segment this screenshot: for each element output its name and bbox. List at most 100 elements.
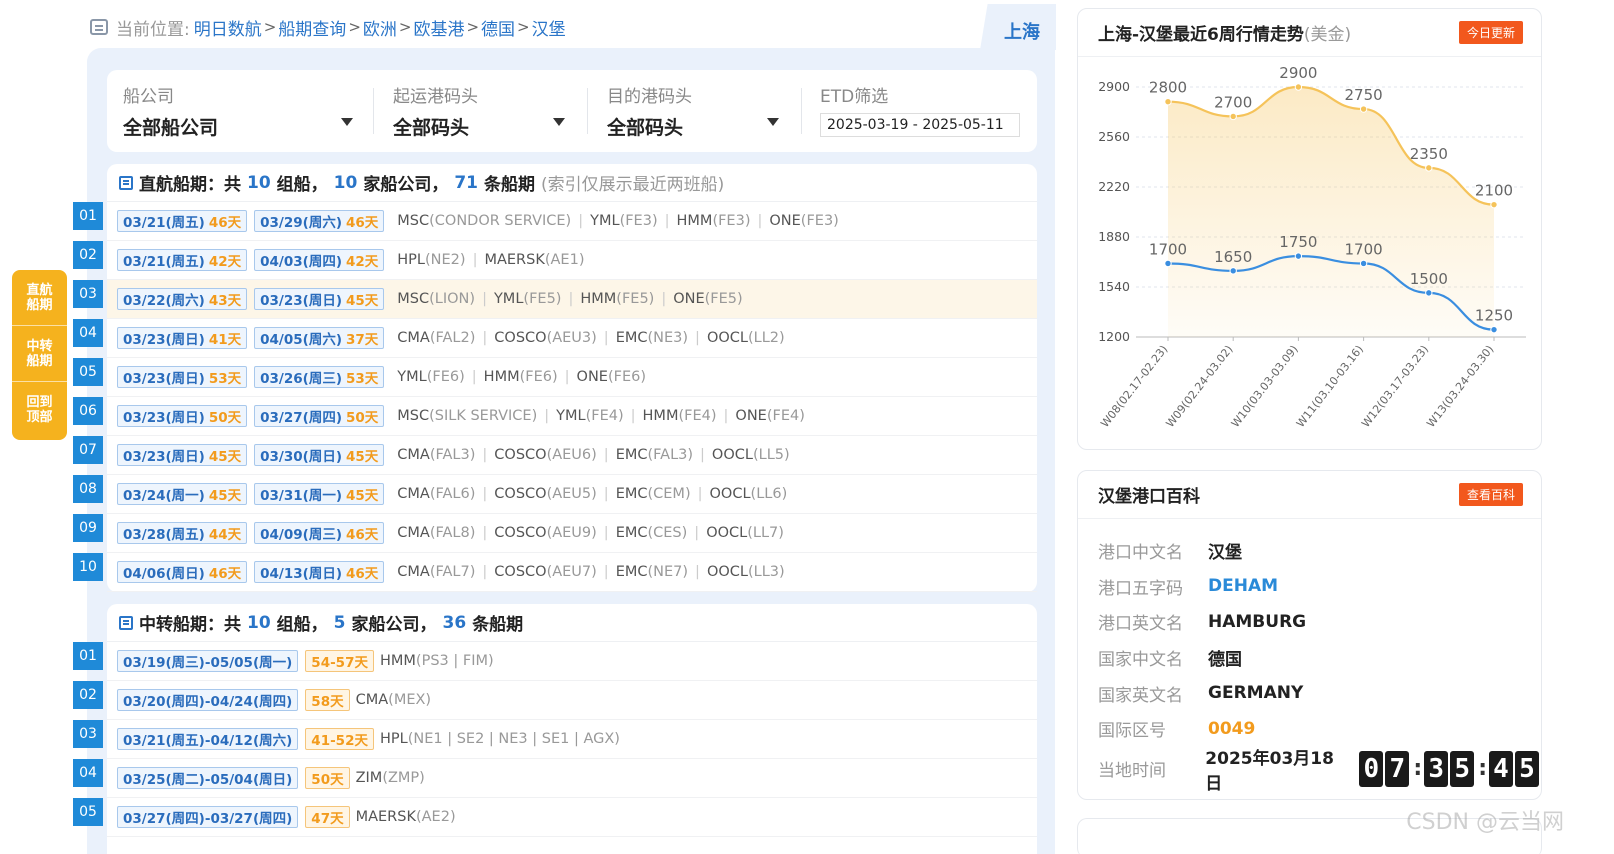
- nav-transfer-schedule-button[interactable]: 中转船期: [12, 326, 67, 382]
- destination-terminal-filter[interactable]: 目的港码头 全部码头: [607, 82, 787, 140]
- today-update-badge[interactable]: 今日更新: [1458, 21, 1523, 44]
- carrier-service[interactable]: EMC(CEM): [616, 486, 691, 502]
- carrier-service[interactable]: HMM(FE5): [580, 291, 654, 307]
- breadcrumb-link[interactable]: 德国: [481, 15, 515, 40]
- carrier-service[interactable]: COSCO(AEU9): [494, 525, 597, 541]
- carrier-service[interactable]: HMM(FE3): [677, 213, 751, 229]
- carrier-service[interactable]: ONE(FE5): [673, 291, 742, 307]
- carrier-service[interactable]: COSCO(AEU7): [494, 564, 597, 580]
- sailing-date-tag[interactable]: 03/21(周五) 46天: [117, 210, 248, 232]
- carrier-service[interactable]: MAERSK(AE1): [484, 252, 584, 268]
- sailing-date-tag[interactable]: 03/23(周日) 45天: [254, 288, 385, 310]
- carrier-service[interactable]: YML(FE6): [397, 369, 465, 385]
- carrier-service[interactable]: HPL(NE2): [397, 252, 465, 268]
- table-row[interactable]: 08 03/24(周一) 45天 03/31(周一) 45天 CMA(FAL6) | COSC…: [73, 475, 1037, 514]
- table-row[interactable]: 10 04/06(周日) 46天 04/13(周日) 46天 CMA(FAL7) | COSC…: [73, 553, 1037, 592]
- sailing-date-tag[interactable]: 03/23(周日) 41天: [117, 327, 248, 349]
- carrier-service[interactable]: COSCO(AEU6): [494, 447, 597, 463]
- date-range-tag[interactable]: 03/19(周三)-05/05(周一): [117, 650, 299, 672]
- carrier-service[interactable]: CMA(FAL7): [397, 564, 475, 580]
- table-row[interactable]: 05 03/23(周日) 53天 03/26(周三) 53天 YML(FE6) | HMM(F…: [73, 358, 1037, 397]
- view-encyclopedia-button[interactable]: 查看百科: [1458, 483, 1523, 506]
- chevron-down-icon[interactable]: [767, 118, 779, 126]
- breadcrumb-link[interactable]: 欧基港: [413, 15, 464, 40]
- table-row[interactable]: 02 03/21(周五) 42天 04/03(周四) 42天 HPL(NE2) | MAERS…: [73, 241, 1037, 280]
- carrier-service[interactable]: OOCL(LL6): [710, 486, 788, 502]
- carrier-service[interactable]: ZIM(ZMP): [356, 770, 425, 786]
- carrier-service[interactable]: MSC(LION): [397, 291, 475, 307]
- carrier-service[interactable]: YML(FE3): [590, 213, 658, 229]
- carrier-service[interactable]: HMM(FE4): [643, 408, 717, 424]
- date-range-tag[interactable]: 03/20(周四)-04/24(周四): [117, 689, 299, 711]
- sailing-date-tag[interactable]: 03/23(周日) 50天: [117, 405, 248, 427]
- sailing-date-tag[interactable]: 03/24(周一) 45天: [117, 483, 248, 505]
- sailing-date-tag[interactable]: 03/23(周日) 45天: [117, 444, 248, 466]
- etd-date-range-input[interactable]: [820, 113, 1020, 137]
- carrier-service[interactable]: MSC(SILK SERVICE): [397, 408, 537, 424]
- chevron-down-icon[interactable]: [341, 118, 353, 126]
- sailing-date-tag[interactable]: 04/03(周四) 42天: [254, 249, 385, 271]
- back-to-top-button[interactable]: 回到顶部: [12, 382, 67, 438]
- table-row[interactable]: 02 03/20(周四)-04/24(周四) 58天 CMA(MEX): [73, 681, 1037, 720]
- date-range-tag[interactable]: 03/27(周四)-03/27(周四): [117, 806, 299, 828]
- carrier-service[interactable]: COSCO(AEU3): [494, 330, 597, 346]
- chevron-down-icon[interactable]: [553, 118, 565, 126]
- carrier-service[interactable]: COSCO(AEU5): [494, 486, 597, 502]
- sailing-date-tag[interactable]: 04/05(周六) 37天: [254, 327, 385, 349]
- tab-shanghai[interactable]: 上海: [980, 4, 1056, 50]
- carrier-service[interactable]: EMC(CES): [616, 525, 688, 541]
- carrier-service[interactable]: ONE(FE6): [577, 369, 646, 385]
- carrier-service[interactable]: ONE(FE4): [735, 408, 804, 424]
- carrier-service[interactable]: CMA(FAL3): [397, 447, 475, 463]
- carrier-service[interactable]: OOCL(LL2): [707, 330, 785, 346]
- table-row[interactable]: 07 03/23(周日) 45天 03/30(周日) 45天 CMA(FAL3) | COSC…: [73, 436, 1037, 475]
- sailing-date-tag[interactable]: 03/31(周一) 45天: [254, 483, 385, 505]
- sailing-date-tag[interactable]: 03/29(周六) 46天: [254, 210, 385, 232]
- breadcrumb-link[interactable]: 明日数航: [194, 15, 262, 40]
- sailing-date-tag[interactable]: 03/21(周五) 42天: [117, 249, 248, 271]
- carrier-service[interactable]: OOCL(LL5): [712, 447, 790, 463]
- carrier-service[interactable]: EMC(NE7): [616, 564, 688, 580]
- origin-terminal-filter[interactable]: 起运港码头 全部码头: [393, 82, 573, 140]
- carrier-filter-value[interactable]: 全部船公司: [123, 117, 218, 139]
- table-row[interactable]: 04 03/23(周日) 41天 04/05(周六) 37天 CMA(FAL2) | COSC…: [73, 319, 1037, 358]
- sailing-date-tag[interactable]: 03/27(周四) 50天: [254, 405, 385, 427]
- carrier-service[interactable]: OOCL(LL7): [706, 525, 784, 541]
- carrier-service[interactable]: HPL(NE1 | SE2 | NE3 | SE1 | AGX): [380, 731, 620, 747]
- carrier-service[interactable]: ONE(FE3): [769, 213, 838, 229]
- date-range-tag[interactable]: 03/25(周二)-05/04(周日): [117, 767, 299, 789]
- carrier-filter[interactable]: 船公司 全部船公司: [123, 82, 363, 140]
- carrier-service[interactable]: EMC(FAL3): [616, 447, 693, 463]
- date-range-tag[interactable]: 03/21(周五)-04/12(周六): [117, 728, 299, 750]
- carrier-service[interactable]: HMM(PS3 | FIM): [380, 653, 494, 669]
- table-row[interactable]: 09 03/28(周五) 44天 04/09(周三) 46天 CMA(FAL8) | COSC…: [73, 514, 1037, 553]
- carrier-service[interactable]: EMC(NE3): [616, 330, 688, 346]
- table-row[interactable]: 01 03/21(周五) 46天 03/29(周六) 46天 MSC(CONDOR SER…: [73, 202, 1037, 241]
- table-row[interactable]: 03 03/21(周五)-04/12(周六) 41-52天 HPL(NE1 | SE2…: [73, 720, 1037, 759]
- sailing-date-tag[interactable]: 04/13(周日) 46天: [254, 561, 385, 583]
- carrier-service[interactable]: YML(FE5): [494, 291, 562, 307]
- carrier-service[interactable]: CMA(FAL8): [397, 525, 475, 541]
- table-row[interactable]: 06 03/23(周日) 50天 03/27(周四) 50天 MSC(SILK SERVI…: [73, 397, 1037, 436]
- sailing-date-tag[interactable]: 04/06(周日) 46天: [117, 561, 248, 583]
- sailing-date-tag[interactable]: 03/22(周六) 43天: [117, 288, 248, 310]
- sailing-date-tag[interactable]: 03/26(周三) 53天: [254, 366, 385, 388]
- sailing-date-tag[interactable]: 03/28(周五) 44天: [117, 522, 248, 544]
- carrier-service[interactable]: MAERSK(AE2): [356, 809, 456, 825]
- nav-direct-schedule-button[interactable]: 直航船期: [12, 270, 67, 326]
- carrier-service[interactable]: YML(FE4): [556, 408, 624, 424]
- table-row[interactable]: 04 03/25(周二)-05/04(周日) 50天 ZIM(ZMP): [73, 759, 1037, 798]
- table-row[interactable]: 03 03/22(周六) 43天 03/23(周日) 45天 MSC(LION) | YML(…: [73, 280, 1037, 319]
- breadcrumb-link[interactable]: 欧洲: [363, 15, 397, 40]
- carrier-service[interactable]: CMA(FAL2): [397, 330, 475, 346]
- carrier-service[interactable]: HMM(FE6): [484, 369, 558, 385]
- carrier-service[interactable]: CMA(FAL6): [397, 486, 475, 502]
- carrier-service[interactable]: CMA(MEX): [356, 692, 431, 708]
- table-row[interactable]: 01 03/19(周三)-05/05(周一) 54-57天 HMM(PS3 | FIM…: [73, 642, 1037, 681]
- sailing-date-tag[interactable]: 03/30(周日) 45天: [254, 444, 385, 466]
- breadcrumb-link[interactable]: 汉堡: [532, 15, 566, 40]
- sailing-date-tag[interactable]: 04/09(周三) 46天: [254, 522, 385, 544]
- carrier-service[interactable]: MSC(CONDOR SERVICE): [397, 213, 571, 229]
- carrier-service[interactable]: OOCL(LL3): [707, 564, 785, 580]
- sailing-date-tag[interactable]: 03/23(周日) 53天: [117, 366, 248, 388]
